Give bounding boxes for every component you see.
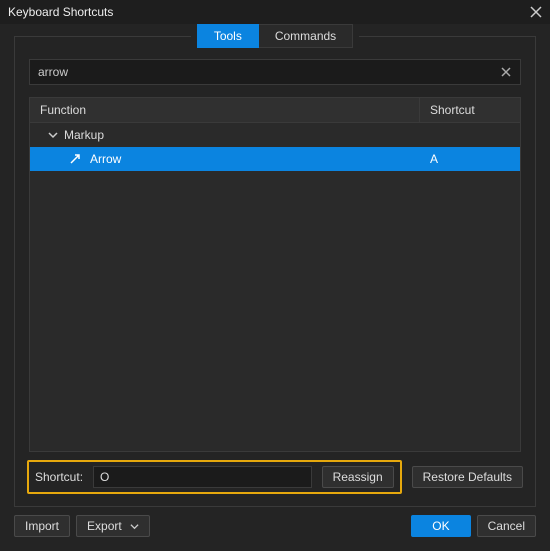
shortcut-label: Shortcut: [35,470,83,484]
ok-button[interactable]: OK [411,515,470,537]
highlight-box: Shortcut: Reassign [27,460,402,494]
search-field[interactable] [29,59,521,85]
clear-search-icon[interactable] [498,64,514,80]
shortcut-edit-row: Shortcut: Reassign Restore Defaults [27,460,523,494]
dialog-title: Keyboard Shortcuts [8,5,113,19]
item-name: Arrow [90,152,121,166]
table-header: Function Shortcut [30,98,520,123]
export-label: Export [87,519,122,533]
group-row-markup[interactable]: Markup [30,123,520,147]
header-function[interactable]: Function [30,98,420,122]
import-button[interactable]: Import [14,515,70,537]
chevron-down-icon [48,130,58,140]
reassign-button[interactable]: Reassign [322,466,394,488]
tab-tools[interactable]: Tools [197,24,259,48]
dialog-footer: Import Export OK Cancel [0,515,550,551]
arrow-tool-icon [68,152,82,166]
group-label: Markup [64,128,104,142]
tab-commands[interactable]: Commands [259,24,353,48]
titlebar: Keyboard Shortcuts [0,0,550,24]
export-button[interactable]: Export [76,515,150,537]
table-body: Markup Arrow A [30,123,520,451]
body-area: Function Shortcut Markup [15,37,535,452]
cancel-button[interactable]: Cancel [477,515,536,537]
close-icon[interactable] [528,4,544,20]
content-panel: Tools Commands Function Shortcut [14,36,536,507]
table-row[interactable]: Arrow A [30,147,520,171]
item-shortcut: A [420,152,520,166]
shortcut-input[interactable] [93,466,312,488]
shortcuts-table: Function Shortcut Markup [29,97,521,452]
chevron-down-icon [130,522,139,531]
keyboard-shortcuts-dialog: Keyboard Shortcuts Tools Commands Functi… [0,0,550,551]
restore-defaults-button[interactable]: Restore Defaults [412,466,523,488]
header-shortcut[interactable]: Shortcut [420,98,520,122]
search-input[interactable] [38,65,498,79]
tab-bar: Tools Commands [15,24,535,48]
